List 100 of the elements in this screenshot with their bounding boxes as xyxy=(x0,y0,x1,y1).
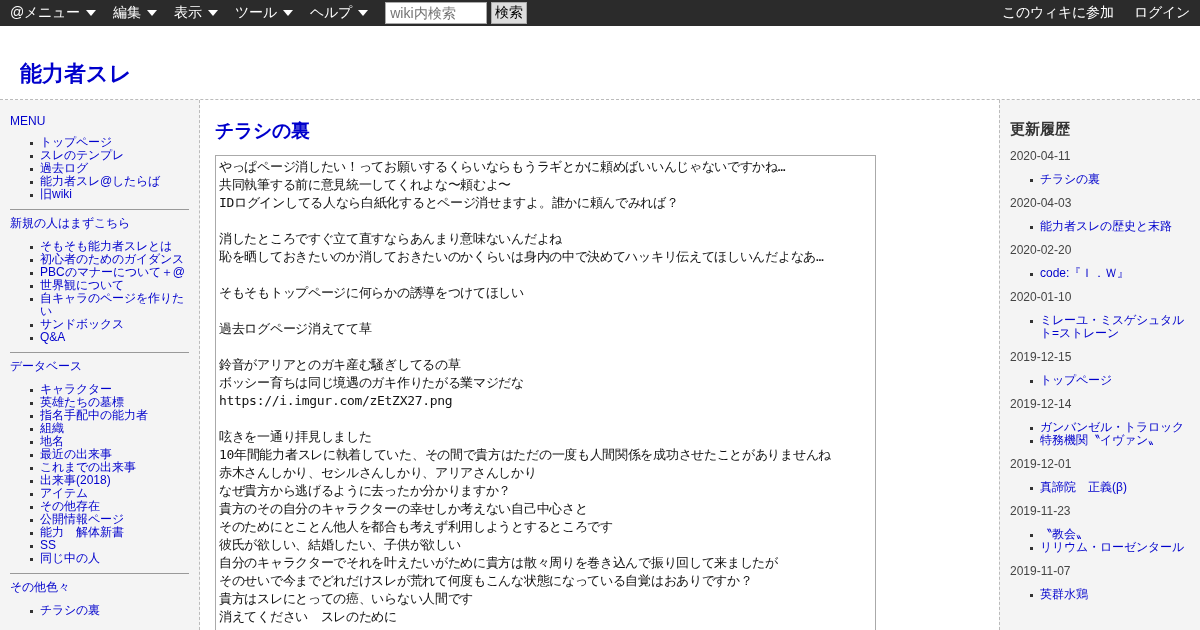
text-line: ボッシー育ちは同じ境遇のガキ作りたがる業マジだな xyxy=(219,374,525,392)
sidebar-link[interactable]: 能力 解体新書 xyxy=(40,526,124,539)
bullet-icon xyxy=(30,558,33,561)
sidebar-link[interactable]: スレのテンプレ xyxy=(40,149,124,162)
text-line: やっぱページ消したい！ってお願いするくらいならもうラギとかに頼めばいいんじゃないですかね… xyxy=(219,158,787,176)
text-line: 恥を晒しておきたいのか消しておきたいのかくらいは身内の中で決めてハッキリ伝えてほしいんだよなあ… xyxy=(219,248,825,266)
sidebar-link[interactable]: Q&A xyxy=(40,331,66,344)
caret-icon xyxy=(358,10,369,16)
top-link[interactable]: このウィキに参加 xyxy=(1002,4,1114,22)
bullet-icon xyxy=(1030,487,1033,490)
text-area[interactable] xyxy=(215,155,876,630)
sidebar-link[interactable]: トップページ xyxy=(40,136,112,149)
text-line: 消えてください スレのために xyxy=(219,608,398,626)
sidebar-link[interactable]: 同じ中の人 xyxy=(40,552,100,565)
update-date: 2019-12-15 xyxy=(1010,350,1073,364)
menu-button[interactable]: @メニュー xyxy=(10,4,97,22)
text-line: 貴方のその自分のキャラクターの幸せしか考えない自己中心さと xyxy=(219,500,589,518)
caret-icon xyxy=(283,10,294,16)
bullet-icon xyxy=(30,155,33,158)
menu-button[interactable]: ツール xyxy=(235,4,294,22)
bullet-icon xyxy=(30,402,33,405)
bullet-icon xyxy=(30,337,33,340)
history-link[interactable]: 〝教会〟 xyxy=(1040,528,1088,541)
text-line: https://i.imgur.com/zEtZX27.png xyxy=(219,392,454,410)
search-button[interactable]: 検索 xyxy=(491,2,528,24)
text-line: 鈴音がアリアとのガキ産む騒ぎしてるの草 xyxy=(219,356,462,374)
sidebar-link[interactable]: 最近の出来事 xyxy=(40,448,112,461)
update-date: 2020-01-10 xyxy=(1010,290,1073,304)
history-link[interactable]: code:『Ｉ．Ｗ』 xyxy=(1040,267,1130,280)
top-link[interactable]: ログイン xyxy=(1134,4,1190,22)
search-field[interactable]: wiki内検索 xyxy=(385,2,488,24)
history-link[interactable]: ガンバンゼル・トラロック xyxy=(1040,421,1184,434)
history-link[interactable]: 英群水鶏 xyxy=(1040,588,1088,601)
sidebar-link[interactable]: 初心者のためのガイダンス xyxy=(40,253,184,266)
caret-icon xyxy=(208,10,219,16)
sidebar-link[interactable]: キャラクター xyxy=(40,383,112,396)
section-heading[interactable]: データベース xyxy=(10,358,189,375)
bullet-icon xyxy=(30,415,33,418)
section-heading[interactable]: 新規の人はまずこちら xyxy=(10,215,189,232)
bullet-icon xyxy=(1030,547,1033,550)
bullet-icon xyxy=(1030,594,1033,597)
sidebar-link[interactable]: 能力者スレ@したらば xyxy=(40,175,161,188)
history-link[interactable]: 真諦院 正義(β) xyxy=(1040,481,1127,494)
section-heading[interactable]: MENU xyxy=(10,114,189,128)
bullet-icon xyxy=(1030,273,1033,276)
sidebar-link[interactable]: 自キャラのページを作りたい xyxy=(40,292,189,318)
bullet-icon xyxy=(30,324,33,327)
history-link[interactable]: 能力者スレの歴史と末路 xyxy=(1040,220,1172,233)
sidebar-link[interactable]: PBCのマナーについて＋@ xyxy=(40,266,185,279)
bullet-icon xyxy=(30,272,33,275)
page-title: チラシの裏 xyxy=(215,119,311,143)
sidebar-link[interactable]: チラシの裏 xyxy=(40,604,100,617)
bullet-icon xyxy=(1030,226,1033,229)
sidebar-link[interactable]: サンドボックス xyxy=(40,318,124,331)
bullet-icon xyxy=(1030,440,1033,443)
sidebar-link[interactable]: 組織 xyxy=(40,422,64,435)
sidebar-link[interactable]: アイテム xyxy=(40,487,88,500)
sidebar-link[interactable]: これまでの出来事 xyxy=(40,461,136,474)
bullet-icon xyxy=(30,454,33,457)
sidebar-link[interactable]: 出来事(2018) xyxy=(40,474,111,487)
menu-button[interactable]: 表示 xyxy=(174,4,219,22)
text-line: IDログインしてる人なら白紙化するとページ消せますよ。誰かに頼んでみれば？ xyxy=(219,194,680,212)
sidebar-link[interactable]: その他存在 xyxy=(40,500,100,513)
history-link[interactable]: リリウム・ローゼンタール xyxy=(1040,541,1184,554)
history-link[interactable]: チラシの裏 xyxy=(1040,173,1100,186)
text-line: 自分のキャラクターでそれを叶えたいがために貴方は散々周りを巻き込んで振り回して来ましたが xyxy=(219,554,779,572)
text-line: 赤木さんしかり、セシルさんしかり、アリアさんしかり xyxy=(219,464,538,482)
text-line: 消したところですぐ立て直すならあんまり意味ないんだよね xyxy=(219,230,563,248)
history-link[interactable]: 特務機関〝イヴァン〟 xyxy=(1040,434,1160,447)
site-title[interactable]: 能力者スレ xyxy=(20,59,132,89)
bullet-icon xyxy=(30,142,33,145)
sidebar-link[interactable]: 公開情報ページ xyxy=(40,513,124,526)
sidebar-link[interactable]: そもそも能力者スレとは xyxy=(40,240,172,253)
menu-button[interactable]: ヘルプ xyxy=(310,4,369,22)
sidebar-link[interactable]: 英雄たちの墓標 xyxy=(40,396,124,409)
section-heading[interactable]: その他色々 xyxy=(10,579,189,596)
sidebar-link[interactable]: 指名手配中の能力者 xyxy=(40,409,148,422)
text-line: 過去ログページ消えてて草 xyxy=(219,320,373,338)
bullet-icon xyxy=(30,467,33,470)
bullet-icon xyxy=(30,480,33,483)
history-link[interactable]: トップページ xyxy=(1040,374,1112,387)
sidebar-link[interactable]: 世界観について xyxy=(40,279,124,292)
update-date: 2019-12-01 xyxy=(1010,457,1073,471)
sidebar-link[interactable]: SS xyxy=(40,539,56,552)
history-link[interactable]: ミレーユ・ミスゲシュタルト=ストレーン xyxy=(1040,314,1190,340)
caret-icon xyxy=(86,10,97,16)
sidebar-link[interactable]: 過去ログ xyxy=(40,162,88,175)
bullet-icon xyxy=(30,441,33,444)
sidebar-link[interactable]: 地名 xyxy=(40,435,64,448)
update-date: 2019-11-07 xyxy=(1010,564,1072,578)
bullet-icon xyxy=(30,610,33,613)
sidebar-link[interactable]: 旧wiki xyxy=(40,188,72,201)
bullet-icon xyxy=(30,519,33,522)
bullet-icon xyxy=(30,506,33,509)
bullet-icon xyxy=(30,298,33,301)
text-line: そのためにとことん他人を都合も考えず利用しようとするところです xyxy=(219,518,614,536)
bullet-icon xyxy=(30,246,33,249)
menu-button[interactable]: 編集 xyxy=(113,4,158,22)
bullet-icon xyxy=(1030,380,1033,383)
text-line: 貴方はスレにとっての癌、いらない人間です xyxy=(219,590,474,608)
